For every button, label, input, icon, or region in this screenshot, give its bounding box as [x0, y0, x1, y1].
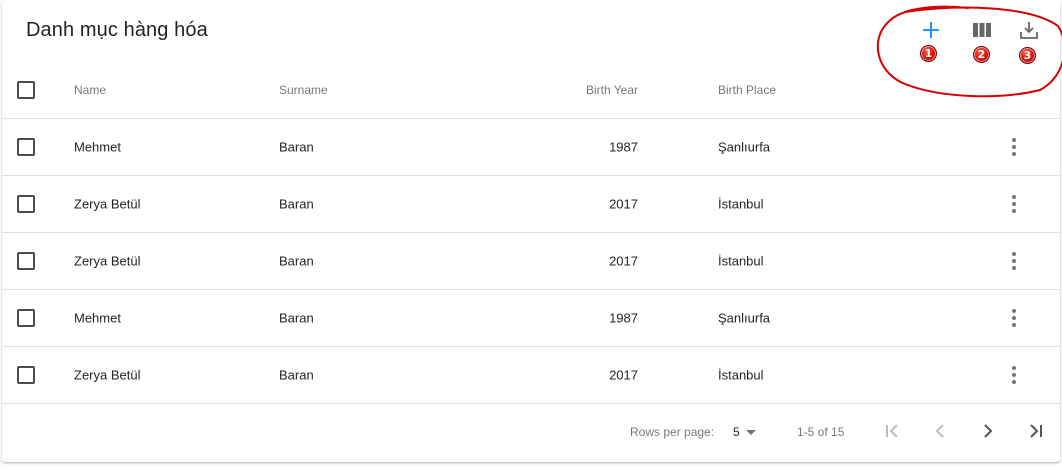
- cell-surname: Baran: [279, 253, 314, 269]
- first-page-button[interactable]: [877, 417, 907, 447]
- select-all-checkbox[interactable]: [17, 81, 35, 99]
- cell-birth-place: Şanlıurfa: [718, 139, 771, 155]
- annotation-badge-1: 1: [920, 45, 937, 62]
- table-row[interactable]: Zerya Betül Baran 2017 İstanbul: [2, 347, 1060, 404]
- row-more-menu-icon[interactable]: [1004, 363, 1024, 387]
- cell-birth-year: 1987: [609, 139, 638, 155]
- rows-per-page-label: Rows per page:: [630, 425, 715, 439]
- chevron-right-icon: [980, 423, 996, 442]
- chevron-left-icon: [932, 423, 948, 442]
- plus-icon: [921, 20, 941, 40]
- export-button[interactable]: [1013, 14, 1045, 46]
- column-header-surname[interactable]: Surname: [279, 83, 328, 97]
- column-header-birth-place[interactable]: Birth Place: [718, 83, 776, 97]
- table-pagination: Rows per page: 5 1-5 of 15: [2, 404, 1060, 460]
- table-card: Danh mục hàng hóa 1 2 3 Name Surname Bir…: [2, 0, 1060, 462]
- last-page-button[interactable]: [1021, 417, 1051, 447]
- cell-birth-place: İstanbul: [718, 196, 764, 212]
- cell-birth-place: İstanbul: [718, 253, 764, 269]
- row-checkbox[interactable]: [17, 195, 35, 213]
- cell-birth-year: 2017: [609, 253, 638, 269]
- rows-per-page-value: 5: [733, 425, 740, 439]
- cell-name: Zerya Betül: [74, 367, 141, 383]
- cell-birth-place: İstanbul: [718, 367, 764, 383]
- cell-birth-year: 2017: [609, 367, 638, 383]
- rows-per-page-select[interactable]: 5: [733, 425, 756, 439]
- view-column-icon: [973, 23, 991, 37]
- row-checkbox[interactable]: [17, 366, 35, 384]
- previous-page-button[interactable]: [925, 417, 955, 447]
- cell-name: Mehmet: [74, 139, 121, 155]
- cell-birth-place: Şanlıurfa: [718, 310, 771, 326]
- cell-name: Mehmet: [74, 310, 121, 326]
- cell-surname: Baran: [279, 367, 314, 383]
- table-toolbar: Danh mục hàng hóa 1 2 3: [2, 0, 1060, 64]
- table-row[interactable]: Mehmet Baran 1987 Şanlıurfa: [2, 290, 1060, 347]
- cell-birth-year: 2017: [609, 196, 638, 212]
- column-header-birth-year[interactable]: Birth Year: [586, 83, 638, 97]
- annotation-badge-2: 2: [973, 46, 990, 63]
- last-page-icon: [1028, 423, 1044, 442]
- row-more-menu-icon[interactable]: [1004, 192, 1024, 216]
- cell-surname: Baran: [279, 310, 314, 326]
- download-icon: [1019, 20, 1039, 40]
- pagination-range: 1-5 of 15: [797, 425, 845, 439]
- row-checkbox[interactable]: [17, 138, 35, 156]
- next-page-button[interactable]: [973, 417, 1003, 447]
- cell-surname: Baran: [279, 139, 314, 155]
- cell-name: Zerya Betül: [74, 253, 141, 269]
- add-button[interactable]: [915, 14, 947, 46]
- table-header-row: Name Surname Birth Year Birth Place: [2, 62, 1060, 119]
- table-row[interactable]: Zerya Betül Baran 2017 İstanbul: [2, 233, 1060, 290]
- columns-button[interactable]: [966, 14, 998, 46]
- row-checkbox[interactable]: [17, 309, 35, 327]
- row-more-menu-icon[interactable]: [1004, 249, 1024, 273]
- column-header-name[interactable]: Name: [74, 83, 106, 97]
- first-page-icon: [884, 423, 900, 442]
- dropdown-caret-icon: [745, 429, 756, 435]
- row-more-menu-icon[interactable]: [1004, 135, 1024, 159]
- cell-birth-year: 1987: [609, 310, 638, 326]
- cell-surname: Baran: [279, 196, 314, 212]
- table-row[interactable]: Zerya Betül Baran 2017 İstanbul: [2, 176, 1060, 233]
- page-title: Danh mục hàng hóa: [26, 19, 208, 41]
- table-row[interactable]: Mehmet Baran 1987 Şanlıurfa: [2, 119, 1060, 176]
- row-checkbox[interactable]: [17, 252, 35, 270]
- row-more-menu-icon[interactable]: [1004, 306, 1024, 330]
- cell-name: Zerya Betül: [74, 196, 141, 212]
